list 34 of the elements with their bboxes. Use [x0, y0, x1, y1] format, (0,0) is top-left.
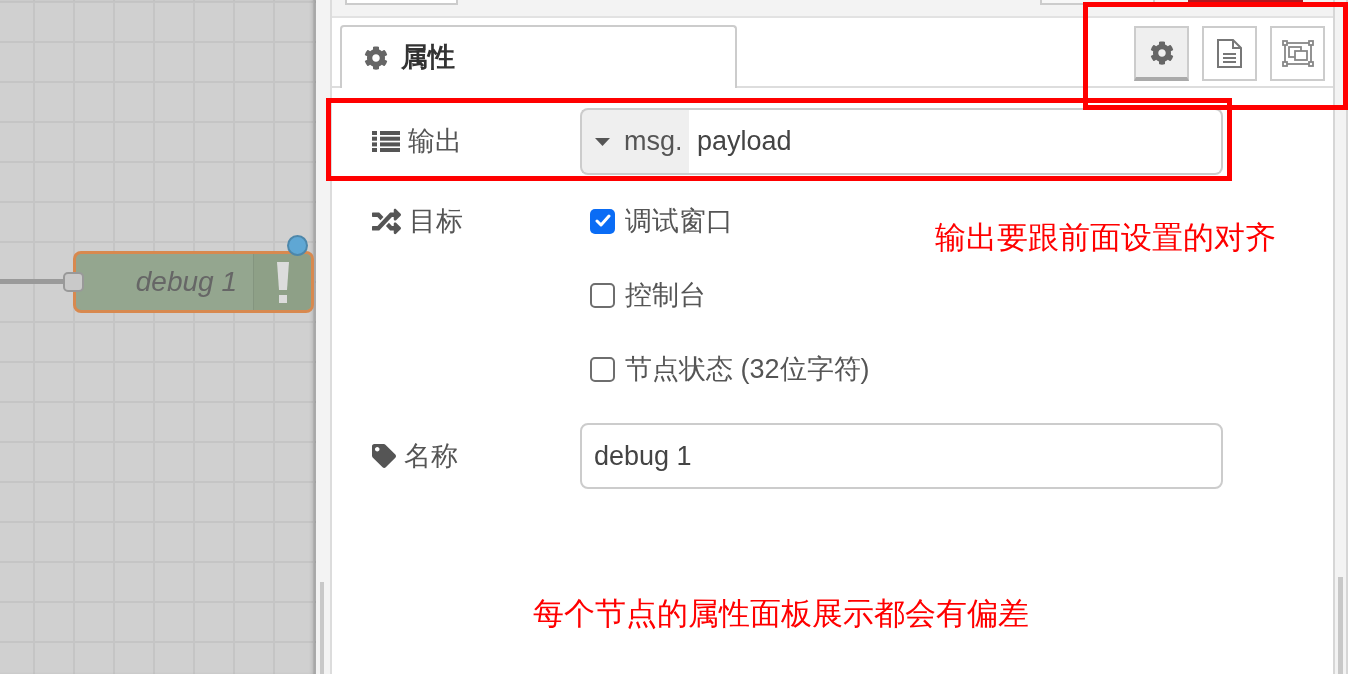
view-button[interactable] — [1270, 26, 1325, 81]
node-button[interactable] — [253, 254, 311, 310]
scrollbar-thumb[interactable] — [320, 582, 324, 674]
checkbox-label: 调试窗口 — [625, 204, 733, 238]
view-button[interactable] — [1202, 26, 1257, 81]
gear-icon — [364, 45, 388, 70]
scrollbar-thumb[interactable] — [1338, 577, 1343, 674]
selection-frame-icon — [1281, 40, 1314, 67]
field-label: 名称 — [404, 439, 458, 473]
shuffle-icon — [372, 206, 401, 236]
annotation-note: 每个节点的属性面板展示都会有偏差 — [533, 596, 1029, 632]
document-icon — [1217, 39, 1242, 68]
checkbox[interactable] — [590, 208, 615, 234]
tag-icon — [372, 444, 396, 468]
gear-icon — [1149, 40, 1174, 65]
node-label: debug 1 — [134, 265, 238, 299]
annotation-note: 输出要跟前面设置的对齐 — [935, 220, 1276, 256]
list-icon — [372, 131, 400, 152]
wire — [0, 279, 64, 284]
field-label: 输出 — [408, 125, 462, 159]
tab[interactable]: 属性 — [340, 25, 737, 88]
view-button[interactable] — [1134, 26, 1189, 81]
checkbox-label: 控制台 — [625, 278, 706, 312]
toolbar-button[interactable] — [345, 0, 458, 5]
checkbox[interactable] — [590, 282, 615, 308]
name-input[interactable]: debug 1 — [580, 423, 1223, 489]
field-label: 目标 — [409, 204, 463, 238]
checkbox-label: 节点状态 (32位字符) — [625, 352, 870, 386]
checkbox[interactable] — [590, 356, 615, 382]
toolbar-button[interactable] — [1188, 0, 1303, 3]
toolbar-button[interactable] — [1040, 0, 1155, 5]
exclamation-icon — [276, 261, 289, 303]
input-port[interactable] — [63, 272, 84, 292]
checkmark-icon — [594, 214, 611, 228]
